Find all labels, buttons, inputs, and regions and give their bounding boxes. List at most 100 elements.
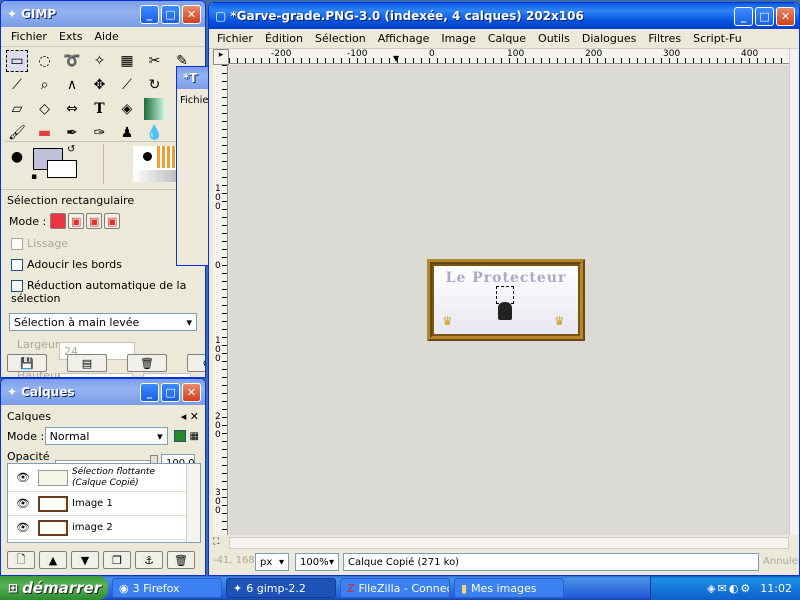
menu-fichier[interactable]: Fichier	[211, 32, 259, 45]
perspective-icon[interactable]: ◇	[34, 98, 56, 120]
menu-outils[interactable]: Outils	[532, 32, 576, 45]
layer-mode-dropdown[interactable]: Normal ▾	[44, 427, 168, 445]
menu-affichage[interactable]: Affichage	[372, 32, 436, 45]
new-layer-button[interactable]: 🗋	[7, 551, 35, 569]
close-button[interactable]: ✕	[776, 6, 795, 26]
layer-row[interactable]: 👁 Sélection flottante (Calque Copié)	[8, 464, 200, 492]
maximize-button[interactable]: □	[161, 4, 180, 24]
mode-replace-button[interactable]	[50, 213, 67, 229]
zoom-icon[interactable]: ⌕	[34, 74, 56, 96]
task-mes-images[interactable]: ▮ Mes images	[454, 578, 564, 598]
magic-wand-icon[interactable]: ✧	[89, 50, 111, 72]
eye-icon[interactable]: 👁	[8, 497, 38, 510]
tray-icons[interactable]: ◈✉◐⚙	[707, 582, 752, 595]
cancel-button[interactable]: Annuler	[763, 556, 799, 567]
rotate-icon[interactable]: ↻	[144, 74, 166, 96]
close-button[interactable]: ✕	[182, 382, 201, 402]
zoom-value: 100%	[300, 556, 329, 568]
measure-icon[interactable]: ∧	[61, 74, 83, 96]
move-icon[interactable]: ✥	[89, 74, 111, 96]
lissage-checkbox[interactable]	[11, 238, 23, 250]
text-icon[interactable]: T	[89, 98, 111, 120]
reduction-row[interactable]: Réduction automatique de la sélection	[1, 273, 205, 309]
layers-titlebar[interactable]: ✦ Calques _ □ ✕	[1, 379, 205, 405]
image-titlebar[interactable]: ▢ *Garve-grade.PNG-3.0 (indexée, 4 calqu…	[209, 3, 799, 29]
task-filezilla[interactable]: ZFileZilla - Connecté...	[340, 578, 450, 598]
status-unit-dropdown[interactable]: px ▾	[255, 553, 289, 571]
menu-script-fu[interactable]: Script-Fu	[687, 32, 748, 45]
crop-icon[interactable]: ⟋	[116, 74, 138, 96]
task-gimp[interactable]: ✦ 6 gimp-2.2	[226, 578, 336, 598]
rect-select-icon[interactable]: ▭	[6, 50, 28, 72]
menu-exts[interactable]: Exts	[53, 30, 89, 43]
close-button[interactable]: ✕	[182, 4, 201, 24]
menu-image[interactable]: Image	[435, 32, 481, 45]
gradient-icon[interactable]	[143, 98, 166, 120]
ruler-pointer-icon: ▼	[393, 54, 400, 63]
brush-preview[interactable]	[133, 146, 179, 182]
menu-edition[interactable]: Édition	[259, 32, 309, 45]
menu-selection[interactable]: Sélection	[309, 32, 372, 45]
maximize-button[interactable]: □	[161, 382, 180, 402]
lasso-icon[interactable]: ➰	[61, 50, 83, 72]
vertical-ruler[interactable]: 1 0 0 0 1 0 0 2 0 0 3 0 0	[213, 65, 228, 535]
layer-row[interactable]: 👁 image 2	[8, 516, 200, 540]
menu-fichier[interactable]: Fichier	[5, 30, 53, 43]
minimize-button[interactable]: _	[140, 4, 159, 24]
lock-icon[interactable]: ▦	[190, 431, 199, 442]
eye-icon[interactable]: 👁	[8, 471, 38, 484]
mode-subtract-button[interactable]: ▣	[86, 213, 103, 229]
menu-filtres[interactable]: Filtres	[642, 32, 687, 45]
horizontal-ruler[interactable]: -200 -100 0 100 200 300 400 ▼	[229, 49, 789, 64]
ruler-corner[interactable]: ▸	[213, 49, 229, 65]
mode-add-button[interactable]: ▣	[68, 213, 85, 229]
shear-icon[interactable]: ▱	[6, 98, 28, 120]
zoom-dropdown[interactable]: 100% ▾	[295, 553, 339, 571]
bucket-fill-icon[interactable]: ◈	[116, 98, 138, 120]
minimize-button[interactable]: _	[734, 6, 753, 26]
dock-menu-icon[interactable]: ◂ ✕	[181, 410, 199, 423]
layer-thumbnail	[38, 495, 68, 512]
ellipse-select-icon[interactable]: ◌	[34, 50, 56, 72]
start-button[interactable]: ⊞ démarrer	[0, 576, 108, 600]
raise-layer-button[interactable]: ▲	[39, 551, 67, 569]
layer-list-scrollbar[interactable]	[186, 464, 200, 542]
gradient-swatch[interactable]	[133, 170, 179, 182]
scissors-icon[interactable]: ✂	[144, 50, 166, 72]
partial-menu[interactable]: Fichier	[177, 89, 209, 112]
minimize-button[interactable]: _	[140, 382, 159, 402]
menu-aide[interactable]: Aide	[88, 30, 124, 43]
delete-options-button[interactable]: 🗑	[127, 354, 167, 372]
lower-layer-button[interactable]: ▼	[71, 551, 99, 569]
reset-options-button[interactable]: ↺	[187, 354, 205, 372]
color-picker-icon[interactable]: ⟋	[6, 74, 28, 96]
navigate-icon[interactable]: ⛶	[213, 537, 227, 549]
background-color-swatch[interactable]	[47, 160, 77, 178]
mode-intersect-button[interactable]: ▣	[104, 213, 121, 229]
select-by-color-icon[interactable]: ▦	[116, 50, 138, 72]
keep-transparency-checkbox[interactable]	[173, 430, 186, 442]
partial-titlebar[interactable]: *T	[177, 67, 209, 89]
layer-row[interactable]: 👁 Image 1	[8, 492, 200, 516]
swap-colors-icon[interactable]: ↺	[67, 144, 75, 155]
maximize-button[interactable]: □	[755, 6, 774, 26]
task-firefox[interactable]: ◉ 3 Firefox	[112, 578, 222, 598]
image-frame[interactable]: Le Protecteur ♛ ♛	[427, 259, 585, 341]
restore-options-button[interactable]: ▤	[67, 354, 107, 372]
adoucir-checkbox[interactable]	[11, 259, 23, 271]
anchor-layer-button[interactable]: ⚓	[135, 551, 163, 569]
default-colors-icon[interactable]: ▪	[31, 172, 37, 182]
eye-icon[interactable]: 👁	[8, 521, 38, 534]
menu-dialogues[interactable]: Dialogues	[576, 32, 643, 45]
selection-type-dropdown[interactable]: Sélection à main levée ▾	[9, 313, 197, 331]
horizontal-scrollbar[interactable]	[229, 537, 789, 549]
toolbox-titlebar[interactable]: ✦ GIMP _ □ ✕	[1, 1, 205, 27]
menu-calque[interactable]: Calque	[482, 32, 532, 45]
duplicate-layer-button[interactable]: ❐	[103, 551, 131, 569]
delete-layer-button[interactable]: 🗑	[167, 551, 195, 569]
reduction-checkbox[interactable]	[11, 280, 23, 292]
save-options-button[interactable]: 💾	[7, 354, 47, 372]
canvas-area[interactable]: Le Protecteur ♛ ♛	[229, 65, 789, 535]
flip-icon[interactable]: ⇔	[61, 98, 83, 120]
vertical-scrollbar[interactable]	[789, 49, 799, 535]
